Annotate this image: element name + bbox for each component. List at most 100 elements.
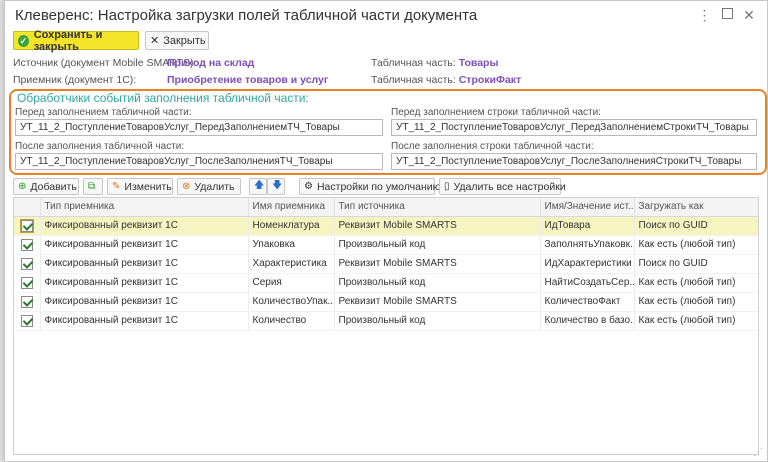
receiver-field: Приемник (документ 1С): [13,74,136,86]
col-source-name-header[interactable]: Имя/Значение ист... [540,198,635,217]
maximize-icon[interactable] [719,7,735,23]
table-row[interactable]: Фиксированный реквизит 1С Количество Про… [14,311,758,331]
save-and-close-button[interactable]: ✓ Сохранить и закрыть [13,29,139,53]
check-icon: ✓ [18,34,29,47]
arrow-down-icon: 🡇 [272,180,283,191]
row-checkbox[interactable] [14,254,41,274]
close-button[interactable]: ✕ Закрыть [145,31,209,50]
more-icon[interactable]: ⋮ [697,7,713,23]
table-part-value-1[interactable]: Товары [459,57,499,69]
cell-source-type: Произвольный код [334,311,541,331]
checkbox-checked-icon[interactable] [20,238,33,251]
delete-label: Удалить [194,180,235,193]
table-part-value-2[interactable]: СтрокиФакт [459,74,521,86]
before-table-input[interactable]: УТ_11_2_ПоступлениеТоваровУслуг_ПередЗап… [15,119,383,136]
after-table-label: После заполнения табличной части: [15,141,185,152]
after-row-input[interactable]: УТ_11_2_ПоступлениеТоваровУслуг_ПослеЗап… [391,153,757,170]
add-label: Добавить [30,180,77,193]
cell-load-as: Как есть (любой тип) [634,292,758,312]
cell-receiver-name: КоличествоУпак... [248,292,335,312]
cell-source-type: Произвольный код [334,273,541,293]
copy-icon: ⧉ [88,181,96,192]
checkbox-checked-icon[interactable] [20,276,33,289]
dialog-window: Клеверенс: Настройка загрузки полей табл… [4,0,768,462]
col-source-type-header[interactable]: Тип источника [334,198,541,217]
after-table-input[interactable]: УТ_11_2_ПоступлениеТоваровУслуг_ПослеЗап… [15,153,383,170]
add-button[interactable]: ⊕ Добавить [13,178,79,195]
cell-source-name: Количество в базо... [540,311,635,331]
row-checkbox[interactable] [14,292,41,312]
table-part-label-2: Табличная часть: [371,74,456,86]
copy-button[interactable]: ⧉ [83,178,103,195]
cell-source-name: ЗаполнятьУпаковк... [540,235,635,255]
defaults-button[interactable]: ⚙ Настройки по умолчанию [299,178,441,195]
table-row[interactable]: Фиксированный реквизит 1С Упаковка Произ… [14,235,758,255]
table-row[interactable]: Фиксированный реквизит 1С Характеристика… [14,254,758,274]
source-value[interactable]: Приход на склад [167,57,254,69]
cell-receiver-name: Количество [248,311,335,331]
table-part-field-2: Табличная часть: СтрокиФакт [371,74,521,86]
window-title: Клеверенс: Настройка загрузки полей табл… [15,7,478,24]
cell-receiver-type: Фиксированный реквизит 1С [40,273,249,293]
cell-source-type: Реквизит Mobile SMARTS [334,216,541,236]
table-row[interactable]: Фиксированный реквизит 1С Номенклатура Р… [14,216,758,236]
cell-receiver-type: Фиксированный реквизит 1С [40,216,249,236]
handlers-title: Обработчики событий заполнения табличной… [17,91,309,105]
edit-label: Изменить [124,180,172,193]
receiver-value[interactable]: Приобретение товаров и услуг [167,74,328,86]
cell-receiver-type: Фиксированный реквизит 1С [40,254,249,274]
cell-receiver-type: Фиксированный реквизит 1С [40,235,249,255]
cell-source-name: ИдХарактеристики [540,254,635,274]
col-check-header [14,198,41,217]
move-down-button[interactable]: 🡇 [267,178,285,195]
row-checkbox[interactable] [14,311,41,331]
row-checkbox[interactable] [14,216,41,236]
cell-receiver-name: Характеристика [248,254,335,274]
cell-source-type: Реквизит Mobile SMARTS [334,292,541,312]
grid-toolbar: ⊕ Добавить ⧉ ✎ Изменить ⊗ Удалить 🡅 🡇 ⚙ … [13,178,763,196]
checkbox-checked-icon[interactable] [20,257,33,270]
col-load-as-header[interactable]: Загружать как [634,198,758,217]
receiver-label: Приемник (документ 1С): [13,74,137,86]
cell-receiver-type: Фиксированный реквизит 1С [40,292,249,312]
move-up-button[interactable]: 🡅 [249,178,267,195]
pencil-icon: ✎ [112,181,121,192]
checkbox-checked-icon[interactable] [19,218,34,233]
table-row[interactable]: Фиксированный реквизит 1С КоличествоУпак… [14,292,758,312]
cell-source-type: Произвольный код [334,235,541,255]
cell-source-type: Реквизит Mobile SMARTS [334,254,541,274]
before-table-label: Перед заполнением табличной части: [15,107,192,118]
cell-load-as: Как есть (любой тип) [634,235,758,255]
cell-source-name: ИдТовара [540,216,635,236]
col-receiver-name-header[interactable]: Имя приемника [248,198,335,217]
close-label: Закрыть [163,34,206,47]
checkbox-checked-icon[interactable] [20,295,33,308]
handlers-group: Обработчики событий заполнения табличной… [9,89,767,175]
table-part-label-1: Табличная часть: [371,57,456,69]
edit-button[interactable]: ✎ Изменить [107,178,173,195]
cell-load-as: Поиск по GUID [634,254,758,274]
settings-icon: ⚙ [304,181,313,192]
table-row[interactable]: Фиксированный реквизит 1С Серия Произвол… [14,273,758,293]
delete-all-button[interactable]: ▯ Удалить все настройки [439,178,566,195]
table-header: Тип приемника Имя приемника Тип источник… [14,198,758,217]
after-row-label: После заполнения строки табличной части: [391,141,594,152]
col-receiver-type-header[interactable]: Тип приемника [40,198,249,217]
delete-all-label: Удалить все настройки [453,180,566,193]
source-value-wrap: Приход на склад [167,57,254,69]
checkbox-checked-icon[interactable] [20,314,33,327]
row-checkbox[interactable] [14,235,41,255]
table-part-field-1: Табличная часть: Товары [371,57,498,69]
cell-load-as: Как есть (любой тип) [634,273,758,293]
receiver-value-wrap: Приобретение товаров и услуг [167,74,328,86]
close-x-icon: ✕ [150,35,160,47]
resize-grip-icon[interactable]: ⋰ [753,447,763,458]
row-checkbox[interactable] [14,273,41,293]
arrow-up-icon: 🡅 [254,180,265,191]
defaults-label: Настройки по умолчанию [316,180,441,193]
close-icon[interactable]: ✕ [741,7,757,23]
before-row-input[interactable]: УТ_11_2_ПоступлениеТоваровУслуг_ПередЗап… [391,119,757,136]
delete-icon: ⊗ [182,181,191,192]
delete-button[interactable]: ⊗ Удалить [177,178,241,195]
cell-load-as: Как есть (любой тип) [634,311,758,331]
